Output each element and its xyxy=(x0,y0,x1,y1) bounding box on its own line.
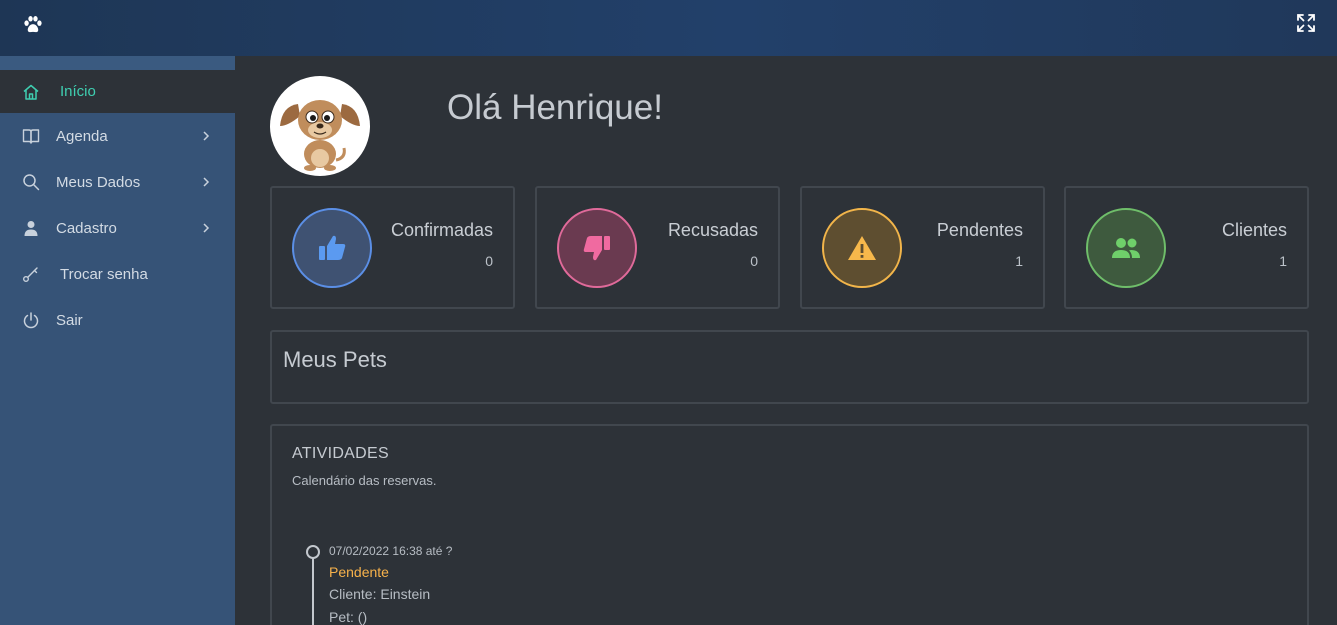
activities-panel: ATIVIDADES Calendário das reservas. 07/0… xyxy=(270,424,1309,625)
stat-value: 0 xyxy=(485,253,493,269)
stat-icon-circle xyxy=(557,208,637,288)
sidebar-item-trocar-senha[interactable]: Trocar senha xyxy=(0,251,235,297)
paw-icon[interactable] xyxy=(22,14,44,36)
stat-card-pendentes: Pendentes 1 xyxy=(800,186,1045,309)
sidebar-item-label: Meus Dados xyxy=(56,173,141,191)
stat-title: Pendentes xyxy=(936,220,1023,240)
stat-value: 0 xyxy=(750,253,758,269)
book-icon xyxy=(22,129,40,144)
timeline-dot xyxy=(306,545,320,559)
activities-title: ATIVIDADES xyxy=(292,445,389,462)
key-icon xyxy=(23,267,38,282)
sidebar-item-label: Início xyxy=(60,83,96,100)
home-icon xyxy=(23,84,39,100)
event-pet: Pet: () xyxy=(329,609,368,625)
main-content: Olá Henrique! Confirmadas 0 Recusadas 0 xyxy=(235,56,1337,625)
stat-value: 1 xyxy=(1015,253,1023,269)
power-icon xyxy=(23,312,39,329)
event-status-link[interactable]: Pendente xyxy=(329,564,389,580)
stat-title: Confirmadas xyxy=(390,220,493,240)
chevron-right-icon xyxy=(203,131,210,141)
user-icon xyxy=(24,221,38,236)
sidebar-item-label: Sair xyxy=(56,311,83,329)
chevron-right-icon xyxy=(203,223,210,233)
sidebar-item-label: Cadastro xyxy=(56,219,117,237)
sidebar-item-inicio[interactable]: Início xyxy=(0,70,235,113)
top-bar xyxy=(0,0,1337,56)
thumbs-down-icon xyxy=(583,236,610,261)
thumbs-up-icon xyxy=(319,235,346,260)
sidebar: Início Agenda Meus Dados Cadastro Trocar… xyxy=(0,56,235,625)
sidebar-item-label: Agenda xyxy=(56,127,108,145)
event-date: 07/02/2022 16:38 até ? xyxy=(329,544,453,558)
stat-icon-circle xyxy=(822,208,902,288)
dog-mascot-icon xyxy=(280,100,360,171)
chevron-right-icon xyxy=(203,177,210,187)
sidebar-item-agenda[interactable]: Agenda xyxy=(0,113,235,159)
search-icon xyxy=(23,174,40,191)
stat-value: 1 xyxy=(1279,253,1287,269)
warning-icon xyxy=(848,236,876,260)
stat-title: Recusadas xyxy=(667,220,758,240)
stat-icon-circle xyxy=(292,208,372,288)
sidebar-item-cadastro[interactable]: Cadastro xyxy=(0,205,235,251)
sidebar-item-sair[interactable]: Sair xyxy=(0,297,235,343)
sidebar-top-strip xyxy=(0,56,235,70)
expand-icon[interactable] xyxy=(1296,13,1316,33)
sidebar-item-meus-dados[interactable]: Meus Dados xyxy=(0,159,235,205)
stat-title: Clientes xyxy=(1221,220,1287,240)
timeline-line xyxy=(312,550,314,625)
activities-subtitle: Calendário das reservas. xyxy=(292,473,437,488)
pets-title: Meus Pets xyxy=(283,347,387,372)
sidebar-item-label: Trocar senha xyxy=(60,265,148,283)
stat-icon-circle xyxy=(1086,208,1166,288)
pets-panel: Meus Pets xyxy=(270,330,1309,404)
stat-card-clientes: Clientes 1 xyxy=(1064,186,1309,309)
stat-card-confirmadas: Confirmadas 0 xyxy=(270,186,515,309)
users-icon xyxy=(1112,238,1140,258)
greeting-title: Olá Henrique! xyxy=(447,88,663,127)
avatar xyxy=(270,76,370,176)
event-client: Cliente: Einstein xyxy=(329,586,431,602)
stat-card-recusadas: Recusadas 0 xyxy=(535,186,780,309)
